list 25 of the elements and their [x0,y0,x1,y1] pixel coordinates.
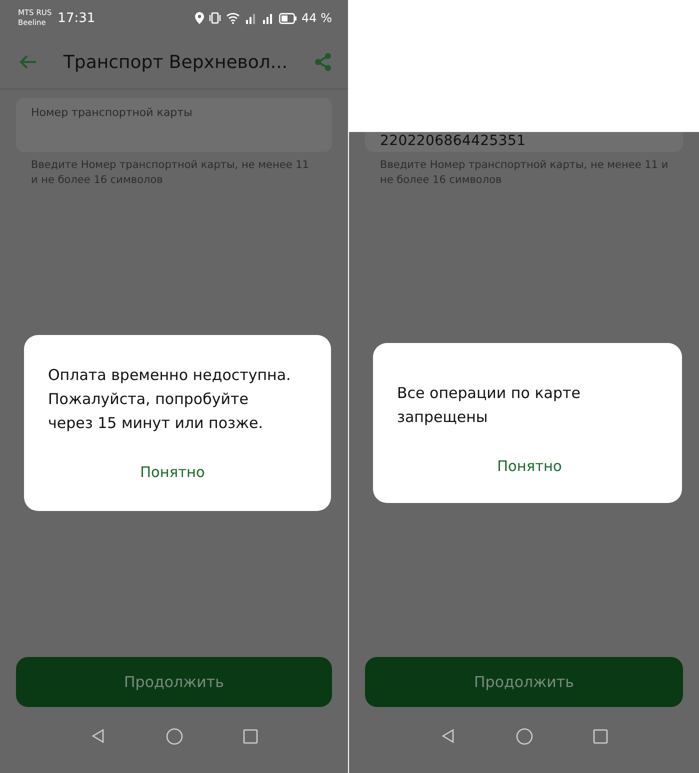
signal-icon [262,12,274,24]
battery-icon [278,12,296,24]
recents-nav-icon[interactable] [593,728,608,744]
home-nav-icon[interactable] [516,728,533,744]
dialog-message: Все операции по карте запрещены [397,382,582,428]
vibrate-icon [208,12,220,24]
field-hint: Введите Номер транспортной карты, не менее 11 и не более 16 символов [380,158,669,188]
card-number-field[interactable]: Номер транспортной карты [16,98,332,152]
home-nav-icon[interactable] [166,728,183,744]
dialog-message: Оплата временно недоступна. Пожалуйста, попробуйте через 15 минут или позже. [48,364,292,434]
location-icon [194,12,204,24]
field-hint: Введите Номер транспортной карты, не менее 11 и не более 16 символов [31,158,310,188]
recents-nav-icon[interactable] [243,728,258,744]
status-time: 17:31 [58,10,96,26]
screen-title: Транспорт Верхневол... [62,52,289,72]
ok-button[interactable]: Понятно [493,456,566,476]
ok-button[interactable]: Понятно [136,462,209,482]
signal-icon [244,12,256,24]
field-label: Номер транспортной карты [31,106,194,119]
card-number-field[interactable]: 2202206864425351 [365,132,683,152]
back-nav-icon[interactable] [440,728,456,744]
wifi-icon [226,12,240,24]
battery-percent: 44 % [302,11,332,25]
field-value: 2202206864425351 [380,133,527,149]
back-nav-icon[interactable] [90,728,106,744]
